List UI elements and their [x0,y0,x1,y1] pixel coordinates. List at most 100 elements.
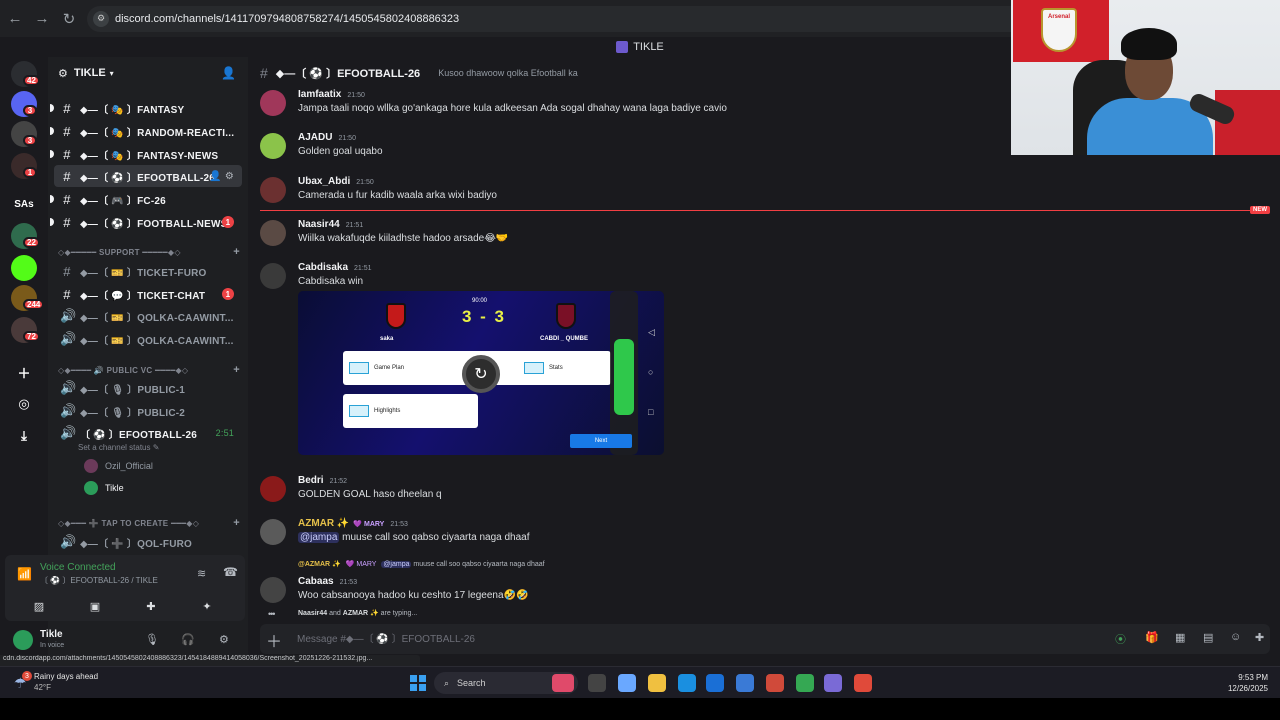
screen-share-button[interactable]: ▣ [73,595,117,617]
message-author[interactable]: Naasir44 21:51 [298,219,363,230]
reply-preview[interactable]: @AZMAR ✨ 💜 MARY @jampa muuse call soo qa… [298,560,545,568]
avatar[interactable] [260,476,286,502]
channel-item[interactable]: # ◆—〔 🎫 〕TICKET-FURO [54,260,242,282]
taskbar-app-icon[interactable] [678,674,696,692]
add-server-icon[interactable]: ＋ [11,359,37,385]
user-name[interactable]: Tikle [40,629,63,640]
settings-icon[interactable]: ⚙ [219,633,229,646]
avatar[interactable] [260,577,286,603]
channel-item[interactable]: 🔊 ◆—〔 🎙 〕PUBLIC-1 [54,377,242,399]
invite-icon[interactable]: 👤 [221,66,236,80]
avatar[interactable] [260,90,286,116]
message-author[interactable]: Ubax_Abdi 21:50 [298,176,374,187]
screen: ← → ↻ ⚙ discord.com/channels/14117097948… [0,0,1280,720]
voice-user[interactable]: Tikle [84,478,124,498]
avatar[interactable] [260,133,286,159]
channel-item[interactable]: 🔊 ◆—〔 🎫 〕QOLKA-CAAWINT... [54,305,242,327]
message-timestamp: 21:50 [347,92,365,99]
forward-icon[interactable]: → [30,7,54,31]
message-input[interactable] [297,632,997,646]
discover-icon[interactable]: ◎ [11,391,37,417]
next-button: Next [570,434,632,448]
voice-user[interactable]: Ozil_Official [84,456,153,476]
taskbar-app-icon[interactable] [854,674,872,692]
weather-text[interactable]: Rainy days ahead [34,672,98,681]
message-author[interactable]: Iamfaatix 21:50 [298,89,365,100]
channel-item[interactable]: # ◆—〔 🎭 〕FANTASY-NEWS [50,143,242,165]
gif-icon[interactable]: ▦ [1175,631,1185,644]
channel-topic[interactable]: Kusoo dhawoow qolka Efootball ka [438,68,578,78]
taskbar-app-icon[interactable] [588,674,606,692]
download-icon[interactable]: ⤓ [11,423,37,449]
activities-button[interactable]: ✚ [129,595,173,617]
channel-settings-icon[interactable]: 👤 ⚙ [209,171,234,182]
category-support[interactable]: ◇◆━━━━━ SUPPORT ━━━━━◆◇ + [58,244,242,260]
message-author[interactable]: Bedri 21:52 [298,475,347,486]
nav-back-icon: ◁ [648,327,655,337]
voice-location[interactable]: 〔 ⚽ 〕EFOOTBALL-26 / TIKLE [40,575,158,586]
taskbar-app-icon[interactable] [552,674,574,692]
more-icon[interactable]: ✚ [1255,631,1264,644]
channel-item[interactable]: # ◆—〔 💬 〕TICKET-CHAT 1 [54,283,242,305]
sticker-icon[interactable]: ▤ [1203,631,1213,644]
mention-badge: 1 [222,216,234,228]
category-public-vc[interactable]: ◇◆━━━━ 🔊 PUBLIC VC ━━━━◆◇ + [58,362,242,378]
message-author[interactable]: Cabaas 21:53 [298,576,357,587]
hash-icon: # [63,214,71,230]
system-clock[interactable]: 9:53 PM 12/26/2025 [1228,672,1268,694]
soundboard-button[interactable]: ✦ [185,595,229,617]
voice-status[interactable]: Voice Connected [40,562,116,573]
message-author[interactable]: AJADU 21:50 [298,132,356,143]
taskbar-app-icon[interactable] [706,674,724,692]
message-author[interactable]: Cabdisaka 21:51 [298,262,372,273]
gift-icon[interactable]: 🎁 [1145,631,1159,644]
avatar[interactable] [260,177,286,203]
message-author[interactable]: AZMAR ✨ 💜 MARY 21:53 [298,518,408,529]
signal-icon[interactable]: 📶 [17,567,32,581]
channel-item[interactable]: 🔊 ◆—〔 🎫 〕QOLKA-CAAWINT... [54,328,242,350]
address-bar[interactable]: ⚙ discord.com/channels/14117097948087582… [87,5,1027,32]
message-timestamp: 21:53 [390,521,408,528]
channel-item[interactable]: 🔊 ◆—〔 ➕ 〕QOL-FURO [54,531,242,553]
taskbar-app-icon[interactable] [648,674,666,692]
emoji-icon[interactable]: ☺ [1230,631,1241,643]
avatar[interactable] [260,519,286,545]
plus-icon[interactable]: + [233,517,240,529]
reload-icon[interactable]: ↻ [57,7,81,31]
channel-item[interactable]: # ◆—〔 ⚽ 〕EFOOTBALL-26 👤 ⚙ [54,165,242,187]
avatar[interactable] [260,220,286,246]
upload-plus-icon[interactable]: ＋ [266,628,282,652]
site-info-icon[interactable]: ⚙ [93,10,109,27]
channel-item[interactable]: # ◆—〔 🎭 〕FANTASY [50,97,242,119]
avatar[interactable] [260,263,286,289]
back-icon[interactable]: ← [3,7,27,31]
camera-off-button[interactable]: ▨ [17,595,61,617]
server-icon[interactable] [11,255,37,281]
microphone-icon[interactable]: 🎙 [145,633,159,646]
plus-icon[interactable]: + [233,364,240,376]
channel-item[interactable]: # ◆—〔 ⚽ 〕FOOTBALL-NEWS 1 [50,211,242,233]
channel-item[interactable]: # ◆—〔 🎮 〕FC-26 [50,188,242,210]
headphones-icon[interactable]: 🎧 [181,633,195,646]
taskbar-app-icon[interactable] [736,674,754,692]
server-icon[interactable]: SAs [11,191,37,217]
apps-icon[interactable]: ⦿ [1115,631,1126,647]
noise-suppression-icon[interactable]: ≋ [197,567,206,580]
disconnect-icon[interactable]: ☎ [223,565,238,579]
category-tap-to-create[interactable]: ◇◆━━━ ➕ TAP TO CREATE ━━━◆◇ + [58,515,242,531]
speaker-icon: 🔊 [60,534,77,549]
channel-status-prompt[interactable]: Set a channel status ✎ [78,443,159,452]
avatar[interactable] [13,630,33,650]
taskbar-app-icon[interactable] [796,674,814,692]
taskbar-app-icon[interactable] [766,674,784,692]
image-attachment[interactable]: 90:00 3 - 3 saka CABDI _ QUMBE Game Plan… [298,291,664,455]
guild-header[interactable]: ⚙ TIKLE ▾ 👤 [48,57,248,89]
active-voice-channel[interactable]: 🔊 〔 ⚽ 〕EFOOTBALL-26 2:51 [54,422,242,444]
user-mention[interactable]: @jampa [298,532,340,543]
plus-icon[interactable]: + [233,246,240,258]
channel-item[interactable]: # ◆—〔 🎭 〕RANDOM-REACTI... [50,120,242,142]
start-button[interactable] [410,675,426,691]
channel-item[interactable]: 🔊 ◆—〔 🎙 〕PUBLIC-2 [54,400,242,422]
taskbar-app-icon[interactable] [824,674,842,692]
taskbar-app-icon[interactable] [618,674,636,692]
